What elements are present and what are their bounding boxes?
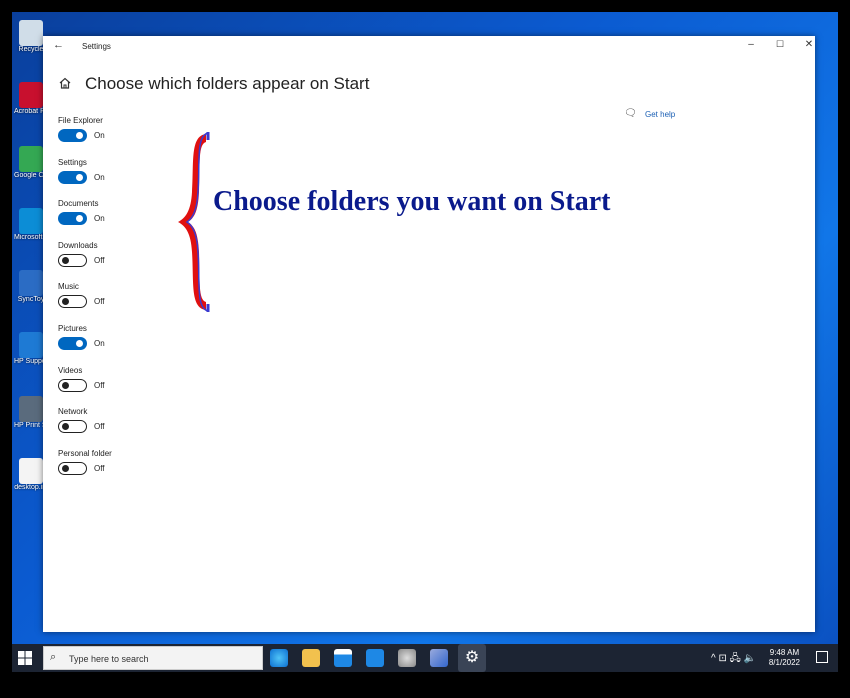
folder-setting-videos: Videos Off	[58, 366, 178, 406]
toggle-state-label: Off	[94, 422, 105, 432]
desktop-app-icon	[19, 20, 43, 46]
toggle-state-label: Off	[94, 380, 105, 390]
folder-setting-settings: Settings On	[58, 158, 178, 198]
toggle-knob	[62, 423, 69, 431]
toggle-knob	[76, 215, 83, 223]
folder-setting-pictures: Pictures On	[58, 324, 178, 364]
edge-taskbar-icon[interactable]	[270, 649, 288, 667]
setting-label: Personal folder	[58, 448, 112, 458]
clock-date: 8/1/2022	[768, 658, 800, 667]
page-title: Choose which folders appear on Start	[85, 74, 370, 93]
app-taskbar-icon[interactable]	[430, 649, 448, 667]
folder-setting-file-explorer: File Explorer On	[58, 116, 178, 156]
clock[interactable]: 9:48 AM 8/1/2022	[769, 648, 800, 668]
setting-label: Network	[58, 407, 88, 417]
desktop-app-icon	[19, 270, 43, 296]
toggle-knob	[62, 256, 69, 264]
desktop-app-icon	[19, 208, 43, 234]
setting-label: Music	[58, 282, 79, 292]
notification-icon[interactable]	[816, 651, 828, 663]
setting-label: Documents	[58, 199, 99, 209]
setting-label: Videos	[58, 365, 83, 375]
snip-tool-taskbar-icon[interactable]	[398, 649, 416, 667]
desktop-app-icon	[19, 82, 43, 108]
folder-setting-music: Music Off	[58, 282, 178, 322]
desktop: RecycleAcrobat ReaderGoogle ChromeMicros…	[12, 12, 838, 672]
close-button[interactable]: ✕	[799, 39, 819, 50]
toggle-switch[interactable]	[58, 337, 87, 350]
desktop-app-icon	[19, 332, 43, 358]
toggle-switch[interactable]	[58, 212, 87, 226]
search-placeholder: Type here to search	[69, 654, 149, 664]
toggle-state-label: On	[94, 214, 105, 224]
setting-label: Pictures	[58, 324, 87, 333]
setting-label: File Explorer	[58, 116, 103, 125]
home-icon[interactable]	[58, 76, 72, 90]
get-help-link[interactable]: 🗨 Get help	[624, 108, 676, 119]
toggle-state-label: On	[94, 172, 105, 182]
clock-time: 9:48 AM	[769, 648, 800, 657]
toggle-switch[interactable]	[58, 461, 87, 475]
desktop-app-icon	[19, 458, 43, 484]
folder-setting-downloads: Downloads Off	[58, 241, 178, 281]
tray-icons[interactable]: ^ ⊡ 🖧 🔈	[711, 651, 756, 668]
toggle-switch[interactable]	[58, 378, 87, 392]
folder-setting-network: Network Off	[58, 407, 178, 447]
app-title: Settings	[82, 42, 111, 51]
settings-gear-taskbar-icon[interactable]: ⚙	[458, 644, 486, 672]
folder-setting-documents: Documents On	[58, 199, 178, 239]
toggle-state-label: On	[94, 131, 105, 140]
taskbar-search-box[interactable]: ⌕ Type here to search	[43, 646, 263, 670]
back-arrow-icon[interactable]: ←	[53, 39, 64, 51]
toggle-knob	[62, 298, 69, 306]
store-taskbar-icon[interactable]	[334, 649, 352, 667]
toggle-state-label: Off	[94, 255, 105, 265]
minimize-button[interactable]: –	[741, 39, 761, 50]
help-chat-icon: 🗨	[624, 108, 637, 119]
desktop-app-icon	[19, 396, 43, 422]
setting-label: Downloads	[58, 240, 98, 250]
toggle-state-label: On	[94, 339, 105, 348]
toggle-knob	[76, 132, 83, 139]
folder-setting-personal-folder: Personal folder Off	[58, 449, 178, 489]
search-icon: ⌕	[50, 651, 57, 663]
mail-taskbar-icon[interactable]	[366, 649, 384, 667]
windows-start-icon[interactable]	[18, 651, 32, 665]
toggle-switch[interactable]	[58, 295, 87, 309]
toggle-knob	[76, 340, 83, 347]
desktop-app-icon	[19, 146, 43, 172]
toggle-switch[interactable]	[58, 129, 87, 142]
toggle-state-label: Off	[94, 463, 105, 473]
system-tray: ^ ⊡ 🖧 🔈 9:48 AM 8/1/2022	[688, 644, 838, 672]
get-help-label: Get help	[645, 110, 676, 119]
toggle-knob	[76, 173, 83, 181]
title-bar: ← Settings – ☐ ✕	[43, 36, 815, 58]
toggle-state-label: Off	[94, 297, 105, 307]
toggle-knob	[62, 464, 69, 472]
toggle-knob	[62, 381, 69, 389]
curly-brace-annotation	[178, 132, 210, 312]
toggle-switch[interactable]	[58, 170, 87, 184]
toggle-switch[interactable]	[58, 253, 87, 267]
settings-window: ← Settings – ☐ ✕ Choose which folders ap…	[43, 36, 815, 632]
taskbar: ⌕ Type here to search ⚙ ^ ⊡ 🖧 🔈 9:48 AM …	[12, 644, 838, 672]
file-explorer-taskbar-icon[interactable]	[302, 649, 320, 667]
setting-label: Settings	[58, 157, 87, 167]
toggle-switch[interactable]	[58, 420, 87, 434]
maximize-button[interactable]: ☐	[770, 39, 790, 50]
annotation-text: Choose folders you want on Start	[213, 186, 611, 217]
